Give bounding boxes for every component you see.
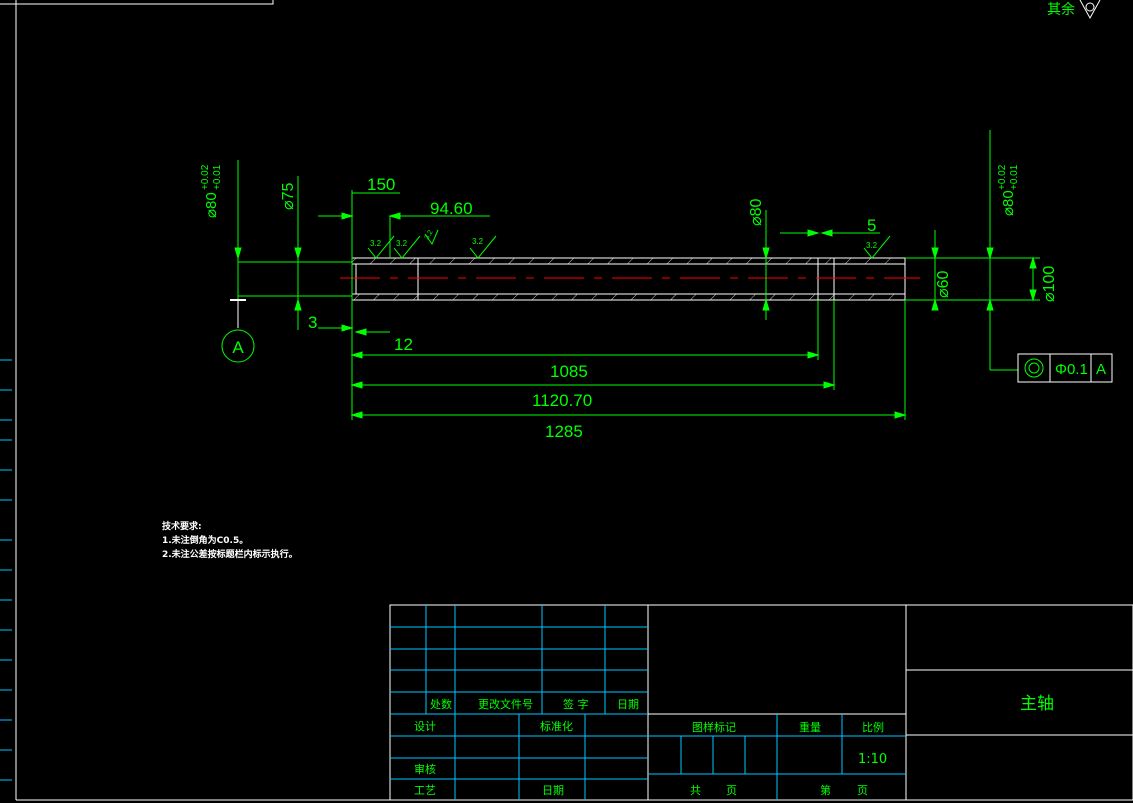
dim-len-150: 150 — [367, 175, 395, 194]
dim-dia-60: ⌀60 — [935, 270, 952, 298]
dim-len-1085: 1085 — [550, 362, 588, 381]
dim-dia-80-mid: ⌀80 — [748, 198, 765, 226]
label-drawing-mark: 图样标记 — [692, 720, 736, 734]
datum-label: A — [232, 338, 244, 357]
rev-header-count: 处数 — [430, 698, 452, 711]
dim-dia-right-tol-upper: +0.02 — [997, 164, 1008, 190]
label-standardization: 标准化 — [540, 719, 573, 733]
corner-finish-circle — [1085, 2, 1095, 12]
cad-drawing: 其余 A 3.2 3.2 3.2 3.2 3.2 ⌀80 +0.02 +0.01… — [0, 0, 1133, 801]
rev-header-date: 日期 — [617, 698, 639, 711]
corner-finish-label: 其余 — [1047, 1, 1075, 18]
dim-dia-75: ⌀75 — [280, 182, 297, 210]
tolerance-value: Φ0.1 — [1055, 361, 1088, 378]
rev-header-docno: 更改文件号 — [478, 697, 533, 711]
dim-dia-right-tol-lower: +0.01 — [1009, 164, 1020, 190]
label-sheet-no: 第 — [820, 783, 831, 797]
rev-header-signature: 签 字 — [563, 697, 589, 711]
dim-len-94-60: 94.60 — [430, 199, 473, 218]
dim-len-5: 5 — [867, 216, 876, 235]
scale-value: 1:10 — [858, 752, 887, 767]
tolerance-frame: Φ0.1 A — [1017, 353, 1113, 383]
dim-dia-left-tol-upper: +0.02 — [200, 164, 211, 190]
tolerance-datum: A — [1096, 361, 1106, 378]
label-total: 共 — [690, 784, 701, 797]
dim-len-3: 3 — [308, 313, 317, 332]
dimension-lines — [234, 192, 1037, 419]
concentricity-icon — [1024, 358, 1044, 378]
part-name: 主轴 — [1020, 694, 1054, 714]
technical-requirement-2: 2.未注公差按标题栏内标示执行。 — [162, 550, 298, 560]
dim-dia-left: ⌀80 — [203, 192, 220, 218]
label-scale: 比例 — [862, 720, 884, 734]
dim-len-12: 12 — [394, 335, 413, 354]
top-frame-edge — [0, 0, 274, 5]
title-block-text: 处数 更改文件号 签 字 日期 设计 标准化 审核 工艺 日期 图样标记 重量 … — [414, 694, 1054, 797]
label-sheet-unit-2: 页 — [857, 784, 868, 797]
dimension-texts: ⌀80 +0.02 +0.01 ⌀75 150 94.60 ⌀80 5 ⌀80 … — [200, 164, 1058, 441]
label-design: 设计 — [414, 720, 436, 733]
dim-dia-100: ⌀100 — [1041, 266, 1058, 302]
shaft-outline — [351, 257, 906, 301]
label-review: 审核 — [414, 762, 436, 776]
dim-dia-left-tol-lower: +0.01 — [212, 164, 223, 190]
label-date: 日期 — [542, 784, 564, 797]
technical-requirement-1: 1.未注倒角为C0.5。 — [162, 536, 249, 546]
label-process: 工艺 — [414, 784, 436, 797]
finish-value-4: 3.2 — [866, 241, 878, 250]
finish-value-5: 3.2 — [424, 229, 435, 241]
finish-value-2: 3.2 — [396, 239, 408, 248]
technical-requirements-title: 技术要求: — [162, 522, 202, 532]
dim-len-1285: 1285 — [545, 422, 583, 441]
technical-requirements: 技术要求: 1.未注倒角为C0.5。 2.未注公差按标题栏内标示执行。 — [162, 520, 298, 562]
left-ruler-ticks — [0, 359, 12, 781]
label-sheet-unit-1: 页 — [726, 784, 737, 797]
dim-len-1120-70: 1120.70 — [532, 391, 592, 410]
dim-dia-right: ⌀80 — [1000, 190, 1017, 216]
finish-value-1: 3.2 — [370, 239, 382, 248]
finish-value-3: 3.2 — [472, 237, 484, 246]
label-weight: 重量 — [799, 720, 821, 734]
